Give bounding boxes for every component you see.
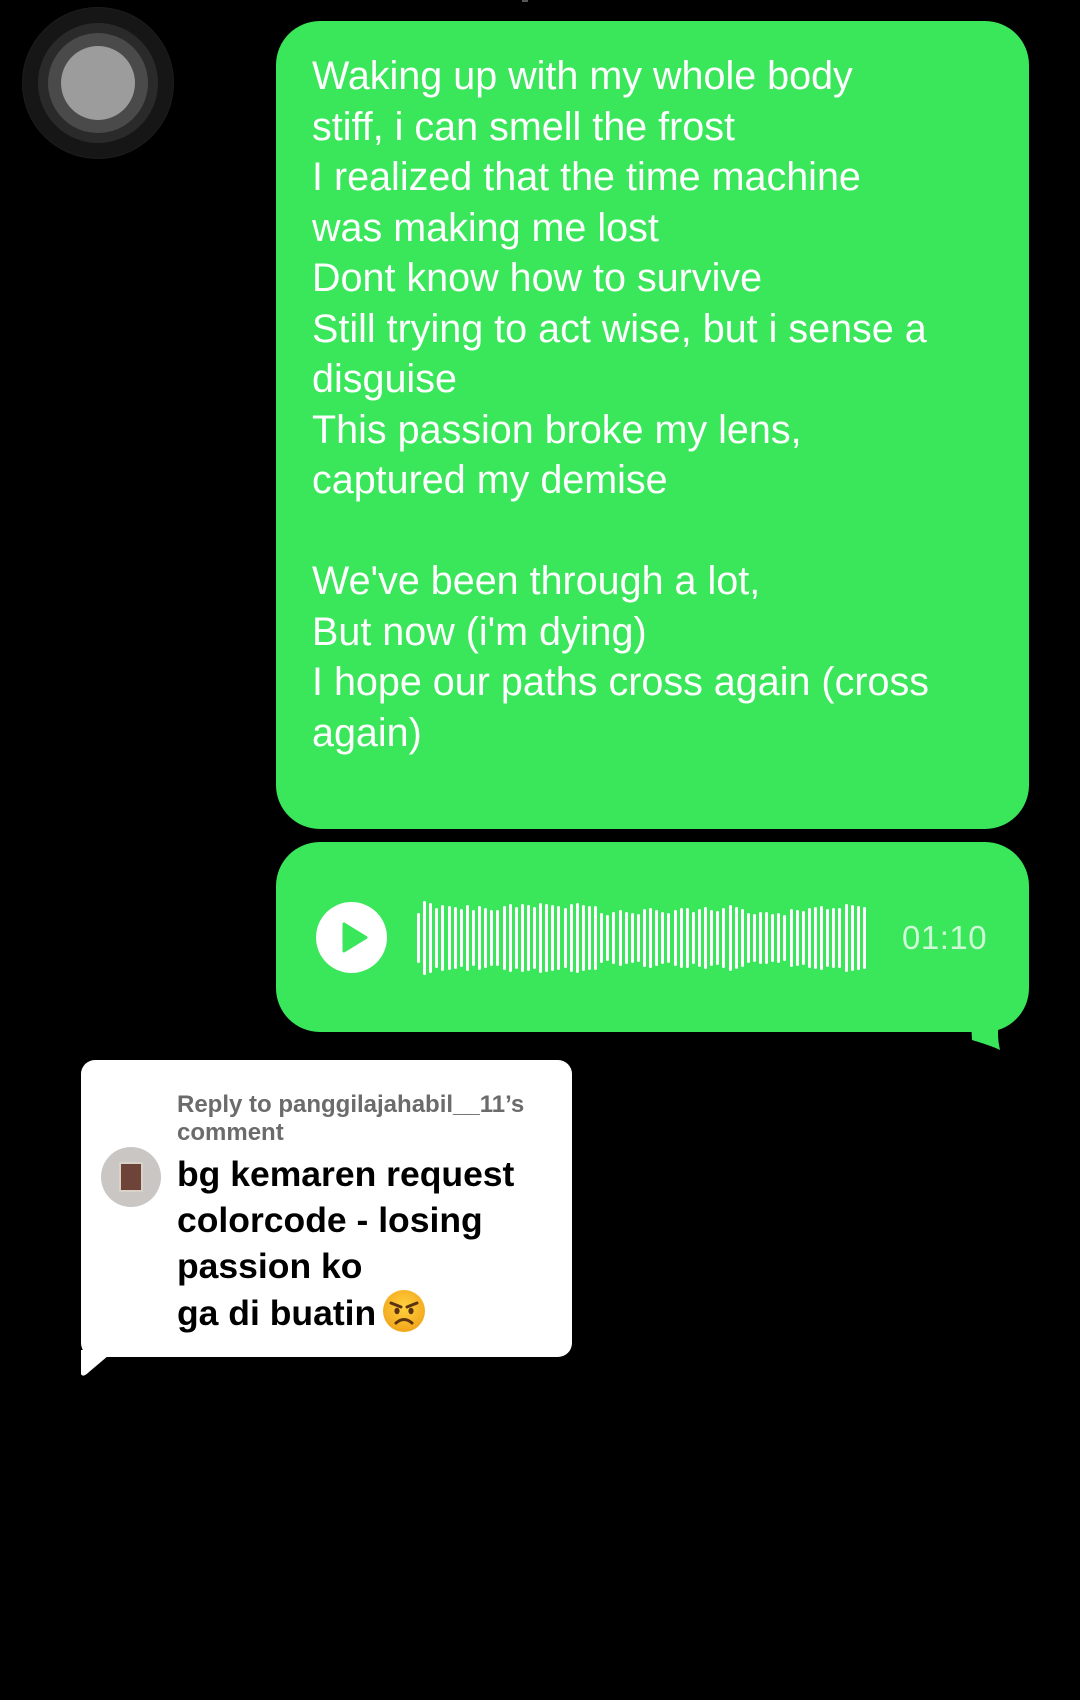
waveform-bar [789,909,793,967]
waveform-bar [716,910,720,966]
waveform-bar [673,910,677,966]
waveform-bar [551,905,555,971]
waveform-bar [838,907,842,969]
avatar[interactable] [101,1147,161,1207]
waveform-bar [624,912,628,964]
waveform-bar [533,906,537,970]
waveform-bar [429,902,433,974]
waveform-bar [465,905,469,971]
waveform-bar [801,910,805,966]
waveform-bar [490,909,494,967]
waveform-bar [435,908,439,968]
waveform-bar [557,906,561,970]
reply-comment-text: bg kemaren request colorcode - losing pa… [177,1151,567,1336]
play-icon [342,922,368,953]
waveform-bar [478,906,482,970]
reply-card-tail [81,1350,115,1376]
waveform-bar [630,913,634,963]
waveform-bar [862,906,866,970]
waveform-bar [722,908,726,968]
waveform-bar [728,905,732,971]
waveform-bar [832,908,836,968]
waveform-bar [588,906,592,970]
waveform-bar [459,909,463,967]
waveform-bar [820,906,824,970]
waveform-bar [734,906,738,970]
waveform-bar [484,908,488,968]
waveform-bar [649,908,653,968]
waveform-bar [417,913,420,963]
play-button[interactable] [316,902,387,973]
waveform-bar [759,912,763,964]
waveform-bar [752,914,756,962]
waveform-bar [606,914,610,962]
waveform-bar [710,910,714,966]
waveform-bar [453,906,457,970]
angry-face-emoji-icon [383,1290,426,1332]
waveform-bar [508,904,512,972]
waveform-bar [765,911,769,965]
assistive-touch-button[interactable] [22,7,174,159]
waveform-bar [685,908,689,968]
waveform-bar [655,910,659,966]
voice-duration: 01:10 [902,919,988,956]
waveform-bar [826,909,830,967]
waveform-bar [844,903,848,973]
waveform-bar [423,901,427,975]
waveform-bar [447,906,451,970]
waveform-bar [471,910,475,966]
waveform-bar [581,904,585,972]
waveform-bar [850,905,854,971]
lyrics-message-text: Waking up with my whole body stiff, i ca… [312,54,929,755]
waveform-bar [618,910,622,966]
waveform-bar [771,914,775,962]
waveform-bar [526,904,530,972]
waveform-bar [679,907,683,969]
waveform-bar [643,909,646,967]
waveform-bar [807,908,811,968]
waveform-bar [856,906,860,970]
reply-header: Reply to panggilajahabil__11’s comment [177,1091,525,1146]
waveform-bar [594,906,598,970]
waveform-bar [612,911,616,965]
waveform-bar [502,906,506,970]
assistive-touch-core [61,46,135,120]
status-indicator [522,0,528,2]
waveform-bar [520,903,524,973]
waveform-bar [704,906,708,970]
waveform-bar [496,910,500,966]
reply-comment-body: bg kemaren request colorcode - losing pa… [177,1154,515,1333]
waveform-bar [514,907,518,969]
voice-waveform[interactable] [417,898,869,978]
waveform-bar [441,904,445,972]
waveform-bar [545,904,549,972]
waveform-bar [667,913,671,963]
lyrics-message-bubble[interactable]: Waking up with my whole body stiff, i ca… [276,21,1029,829]
waveform-bar [814,906,818,970]
message-tail [970,1000,1006,1050]
waveform-bar [569,904,573,972]
waveform-bar [661,912,665,964]
waveform-bar [795,910,799,966]
waveform-bar [691,911,695,965]
waveform-bar [563,907,567,969]
waveform-bar [575,903,579,973]
waveform-bar [740,909,744,967]
waveform-bar [697,909,701,967]
avatar-photo-frame [119,1162,143,1192]
waveform-bar [539,902,543,974]
waveform-bar [746,913,750,963]
waveform-bar [777,913,781,963]
waveform-bar [600,913,604,963]
waveform-bar [636,914,640,962]
waveform-bar [783,914,787,962]
